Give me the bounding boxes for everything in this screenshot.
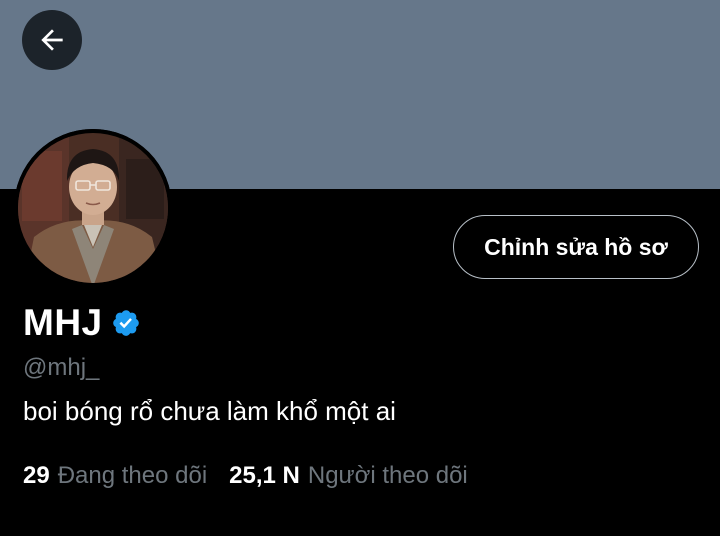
display-name: MHJ xyxy=(23,302,103,343)
back-button[interactable] xyxy=(22,10,82,70)
name-row: MHJ xyxy=(23,302,141,344)
avatar-image xyxy=(14,129,172,287)
following-link[interactable]: 29 Đang theo dõi xyxy=(23,462,207,490)
following-count: 29 xyxy=(23,462,50,489)
profile-bio: boi bóng rổ chưa làm khổ một ai xyxy=(23,396,396,426)
followers-count: 25,1 N xyxy=(229,462,300,489)
following-label: Đang theo dõi xyxy=(57,462,208,489)
arrow-left-icon xyxy=(41,29,63,51)
follow-stats: 29 Đang theo dõi 25,1 N Người theo dõi xyxy=(23,462,468,490)
avatar[interactable] xyxy=(14,129,172,287)
profile-screen: Chỉnh sửa hồ sơ MHJ @mhj_ boi bóng rổ ch… xyxy=(0,0,720,536)
verified-badge-icon[interactable] xyxy=(111,308,141,338)
followers-link[interactable]: 25,1 N Người theo dõi xyxy=(229,462,468,490)
followers-label: Người theo dõi xyxy=(307,462,468,489)
edit-profile-button[interactable]: Chỉnh sửa hồ sơ xyxy=(453,215,699,279)
user-handle: @mhj_ xyxy=(23,354,100,381)
